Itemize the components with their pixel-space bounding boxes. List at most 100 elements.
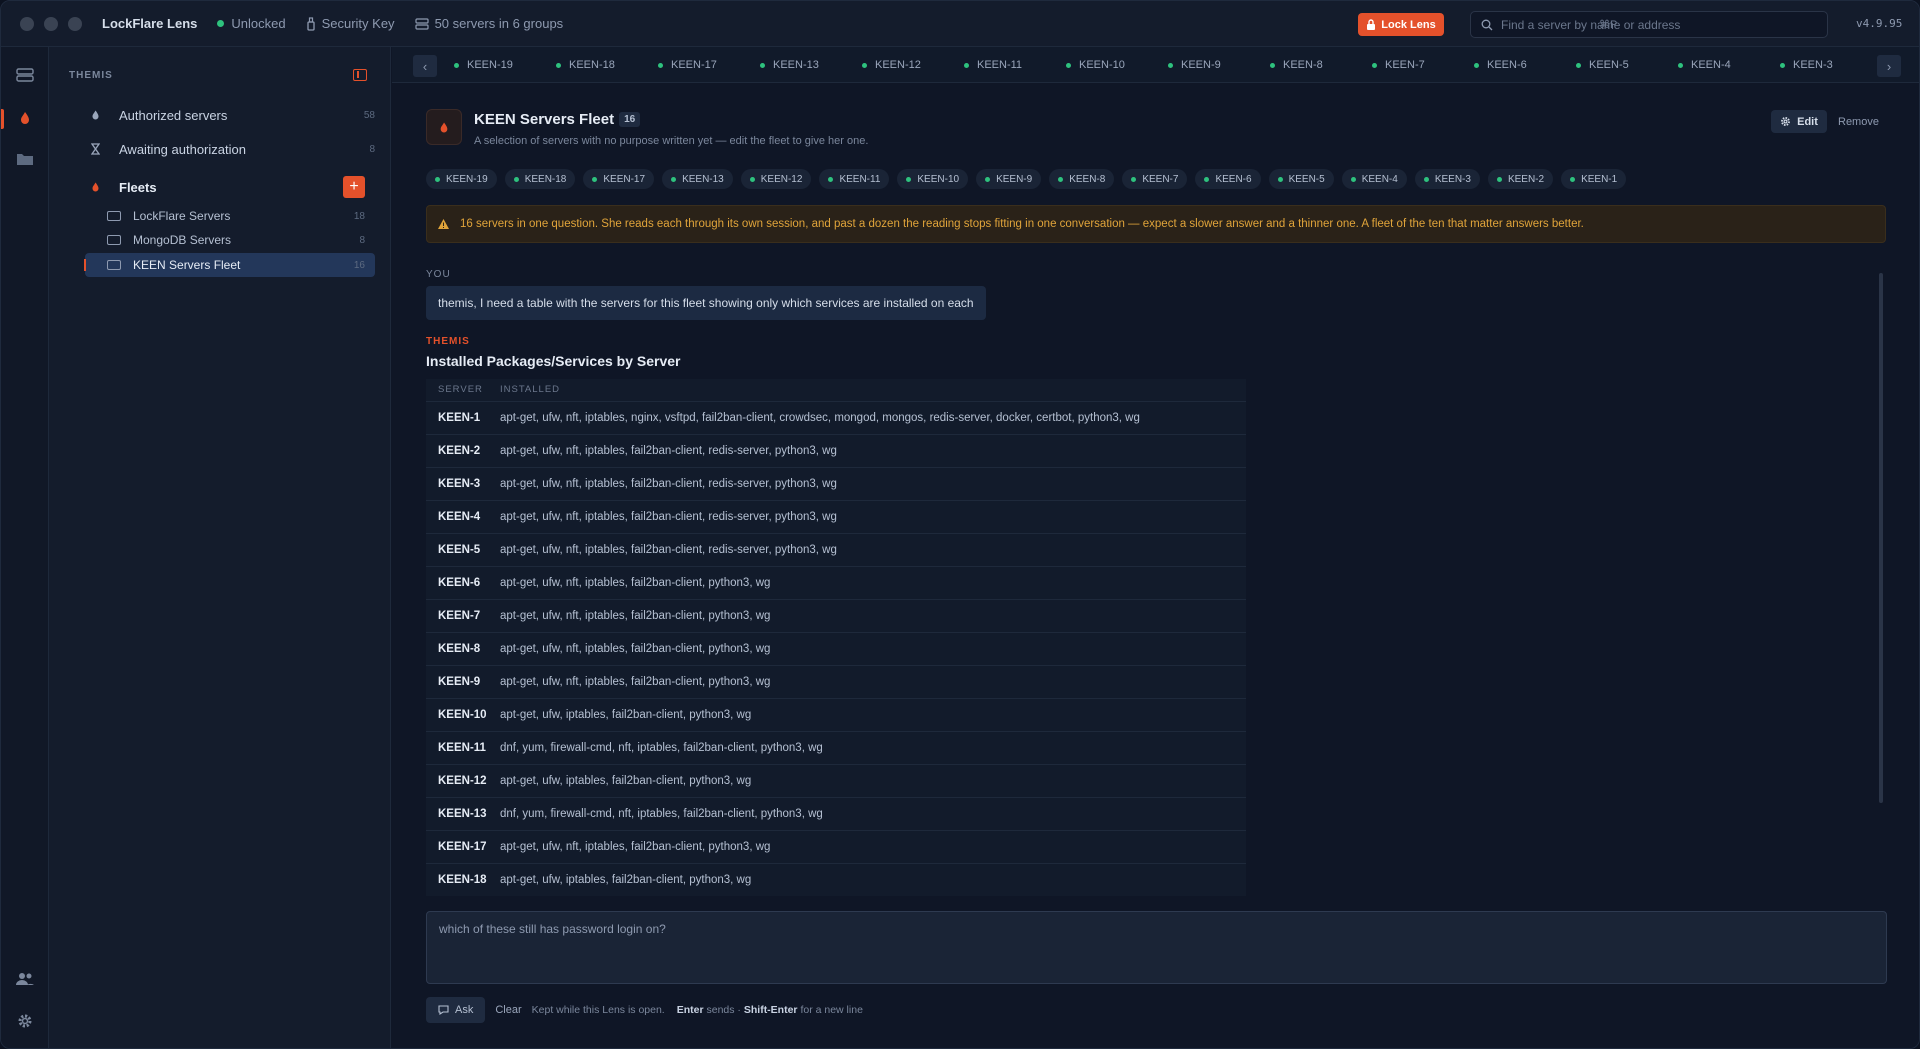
table-row: KEEN-17 apt-get, ufw, nft, iptables, fail… bbox=[426, 829, 1246, 863]
installed-cell: apt-get, ufw, iptables, fail2ban-client,… bbox=[488, 862, 1246, 896]
hint-shift-enter-key: Shift-Enter bbox=[743, 1004, 798, 1016]
server-tab[interactable]: KEEN-3 bbox=[1780, 47, 1882, 83]
server-tab[interactable]: KEEN-17 bbox=[658, 47, 760, 83]
security-key-indicator[interactable]: Security Key bbox=[306, 16, 395, 31]
sidebar-item-fleets[interactable]: Fleets bbox=[85, 175, 375, 199]
server-chip[interactable]: KEEN-2 bbox=[1487, 169, 1554, 189]
server-chip[interactable]: KEEN-1 bbox=[1561, 169, 1627, 189]
edit-fleet-button[interactable]: Edit bbox=[1771, 110, 1827, 133]
server-tab-label: KEEN-3 bbox=[1793, 59, 1833, 71]
question-composer[interactable] bbox=[426, 911, 1887, 984]
window-controls bbox=[20, 16, 82, 31]
server-cell: KEEN-6 bbox=[426, 565, 488, 599]
server-chip[interactable]: KEEN-12 bbox=[740, 169, 812, 189]
briefcase-icon bbox=[107, 211, 121, 221]
online-dot-icon bbox=[749, 176, 755, 182]
sidebar-fleet-lockflare[interactable]: LockFlare Servers 18 bbox=[85, 204, 375, 228]
server-chip[interactable]: KEEN-13 bbox=[662, 169, 733, 189]
gear-icon[interactable] bbox=[13, 1009, 37, 1033]
server-tab[interactable]: KEEN-9 bbox=[1168, 47, 1270, 83]
table-row: KEEN-4 apt-get, ufw, nft, iptables, fail2… bbox=[426, 499, 1246, 533]
user-message: themis, I need a table with the servers … bbox=[426, 286, 986, 320]
search-input[interactable] bbox=[1501, 17, 1781, 32]
server-chip[interactable]: KEEN-3 bbox=[1414, 169, 1480, 189]
hourglass-icon bbox=[85, 143, 105, 155]
server-tab[interactable]: KEEN-4 bbox=[1678, 47, 1780, 83]
server-chip[interactable]: KEEN-6 bbox=[1195, 169, 1261, 189]
active-fleet-marker bbox=[84, 259, 86, 271]
server-tab[interactable]: KEEN-8 bbox=[1270, 47, 1372, 83]
server-tab-label: KEEN-8 bbox=[1283, 59, 1323, 71]
server-tab[interactable]: KEEN-10 bbox=[1066, 47, 1168, 83]
folder-icon[interactable] bbox=[13, 147, 37, 171]
server-chip[interactable]: KEEN-11 bbox=[819, 169, 890, 189]
server-chip[interactable]: KEEN-4 bbox=[1341, 169, 1407, 189]
server-tab-label: KEEN-17 bbox=[671, 59, 717, 71]
server-tab[interactable]: KEEN-13 bbox=[760, 47, 862, 83]
status-dot-icon bbox=[217, 20, 225, 27]
server-chip[interactable]: KEEN-10 bbox=[897, 169, 969, 189]
ask-button[interactable]: Ask bbox=[426, 997, 486, 1023]
conversation-scrollbar[interactable] bbox=[1879, 273, 1883, 803]
sidebar-item-count: 58 bbox=[363, 109, 375, 121]
title-bar: LockFlare Lens Unlocked Security Key 50 … bbox=[1, 1, 1919, 47]
server-tab[interactable]: KEEN-5 bbox=[1576, 47, 1678, 83]
question-input[interactable] bbox=[427, 912, 1886, 983]
minimize-window-button[interactable] bbox=[44, 16, 58, 31]
server-search[interactable]: ⌘P bbox=[1470, 11, 1828, 38]
server-chip-label: KEEN-17 bbox=[603, 173, 646, 185]
installed-cell: apt-get, ufw, iptables, fail2ban-client,… bbox=[488, 697, 1246, 731]
table-row: KEEN-11 dnf, yum, firewall-cmd, nft, ipta… bbox=[426, 730, 1246, 764]
online-dot-icon bbox=[1474, 62, 1479, 68]
close-window-button[interactable] bbox=[20, 16, 34, 31]
server-tab[interactable]: KEEN-19 bbox=[454, 47, 556, 83]
server-chip-label: KEEN-8 bbox=[1069, 173, 1106, 185]
table-row: KEEN-3 apt-get, ufw, nft, iptables, fail2… bbox=[426, 466, 1246, 500]
server-chip-label: KEEN-19 bbox=[446, 173, 488, 185]
clear-button[interactable]: Clear bbox=[495, 1004, 521, 1016]
online-dot-icon bbox=[1204, 176, 1210, 182]
online-dot-icon bbox=[1423, 176, 1429, 182]
server-tab[interactable]: KEEN-12 bbox=[862, 47, 964, 83]
add-fleet-button[interactable]: + bbox=[343, 176, 365, 198]
server-tab-label: KEEN-19 bbox=[467, 59, 513, 71]
sidebar-fleet-mongodb[interactable]: MongoDB Servers 8 bbox=[85, 228, 375, 252]
sidebar: THEMIS Authorized servers 58 Awaiting au… bbox=[49, 47, 391, 1048]
server-chip[interactable]: KEEN-5 bbox=[1268, 169, 1334, 189]
server-stack-icon bbox=[414, 17, 429, 30]
flame-icon bbox=[85, 181, 105, 193]
servers-view-icon[interactable] bbox=[13, 63, 37, 87]
app-title: LockFlare Lens bbox=[102, 16, 198, 31]
server-chip[interactable]: KEEN-8 bbox=[1049, 169, 1115, 189]
server-chip[interactable]: KEEN-17 bbox=[583, 169, 655, 189]
maximize-window-button[interactable] bbox=[68, 16, 82, 31]
installed-cell: apt-get, ufw, nft, iptables, fail2ban-cl… bbox=[488, 829, 1246, 863]
users-icon[interactable] bbox=[13, 967, 37, 991]
server-chip[interactable]: KEEN-7 bbox=[1122, 169, 1188, 189]
table-row: KEEN-13 dnf, yum, firewall-cmd, nft, ipta… bbox=[426, 796, 1246, 830]
flame-icon[interactable] bbox=[13, 106, 37, 130]
server-chip[interactable]: KEEN-19 bbox=[426, 169, 497, 189]
servers-summary[interactable]: 50 servers in 6 groups bbox=[414, 16, 563, 31]
server-tab[interactable]: KEEN-6 bbox=[1474, 47, 1576, 83]
sidebar-heading: THEMIS bbox=[69, 70, 113, 81]
tabs-scroll-left-button[interactable]: ‹ bbox=[413, 55, 437, 77]
server-chip[interactable]: KEEN-18 bbox=[504, 169, 576, 189]
sidebar-item-authorized-servers[interactable]: Authorized servers 58 bbox=[85, 103, 375, 127]
server-chip[interactable]: KEEN-9 bbox=[976, 169, 1042, 189]
server-chip-label: KEEN-2 bbox=[1507, 173, 1545, 185]
tabs-scroll-right-button[interactable]: › bbox=[1877, 55, 1901, 77]
table-row: KEEN-9 apt-get, ufw, nft, iptables, fail2… bbox=[426, 664, 1246, 698]
server-tab[interactable]: KEEN-11 bbox=[964, 47, 1066, 83]
server-tab[interactable]: KEEN-7 bbox=[1372, 47, 1474, 83]
server-tab[interactable]: KEEN-18 bbox=[556, 47, 658, 83]
server-cell: KEEN-9 bbox=[426, 664, 488, 698]
lock-lens-button[interactable]: Lock Lens bbox=[1358, 13, 1444, 36]
fleet-label: LockFlare Servers bbox=[133, 209, 231, 223]
fleets-label: Fleets bbox=[119, 179, 157, 195]
sidebar-item-awaiting-authorization[interactable]: Awaiting authorization 8 bbox=[85, 137, 375, 161]
sidebar-toggle-icon[interactable] bbox=[353, 69, 367, 81]
online-dot-icon bbox=[862, 62, 867, 68]
sidebar-fleet-keen[interactable]: KEEN Servers Fleet 16 bbox=[85, 253, 375, 277]
remove-fleet-button[interactable]: Remove bbox=[1838, 110, 1879, 133]
